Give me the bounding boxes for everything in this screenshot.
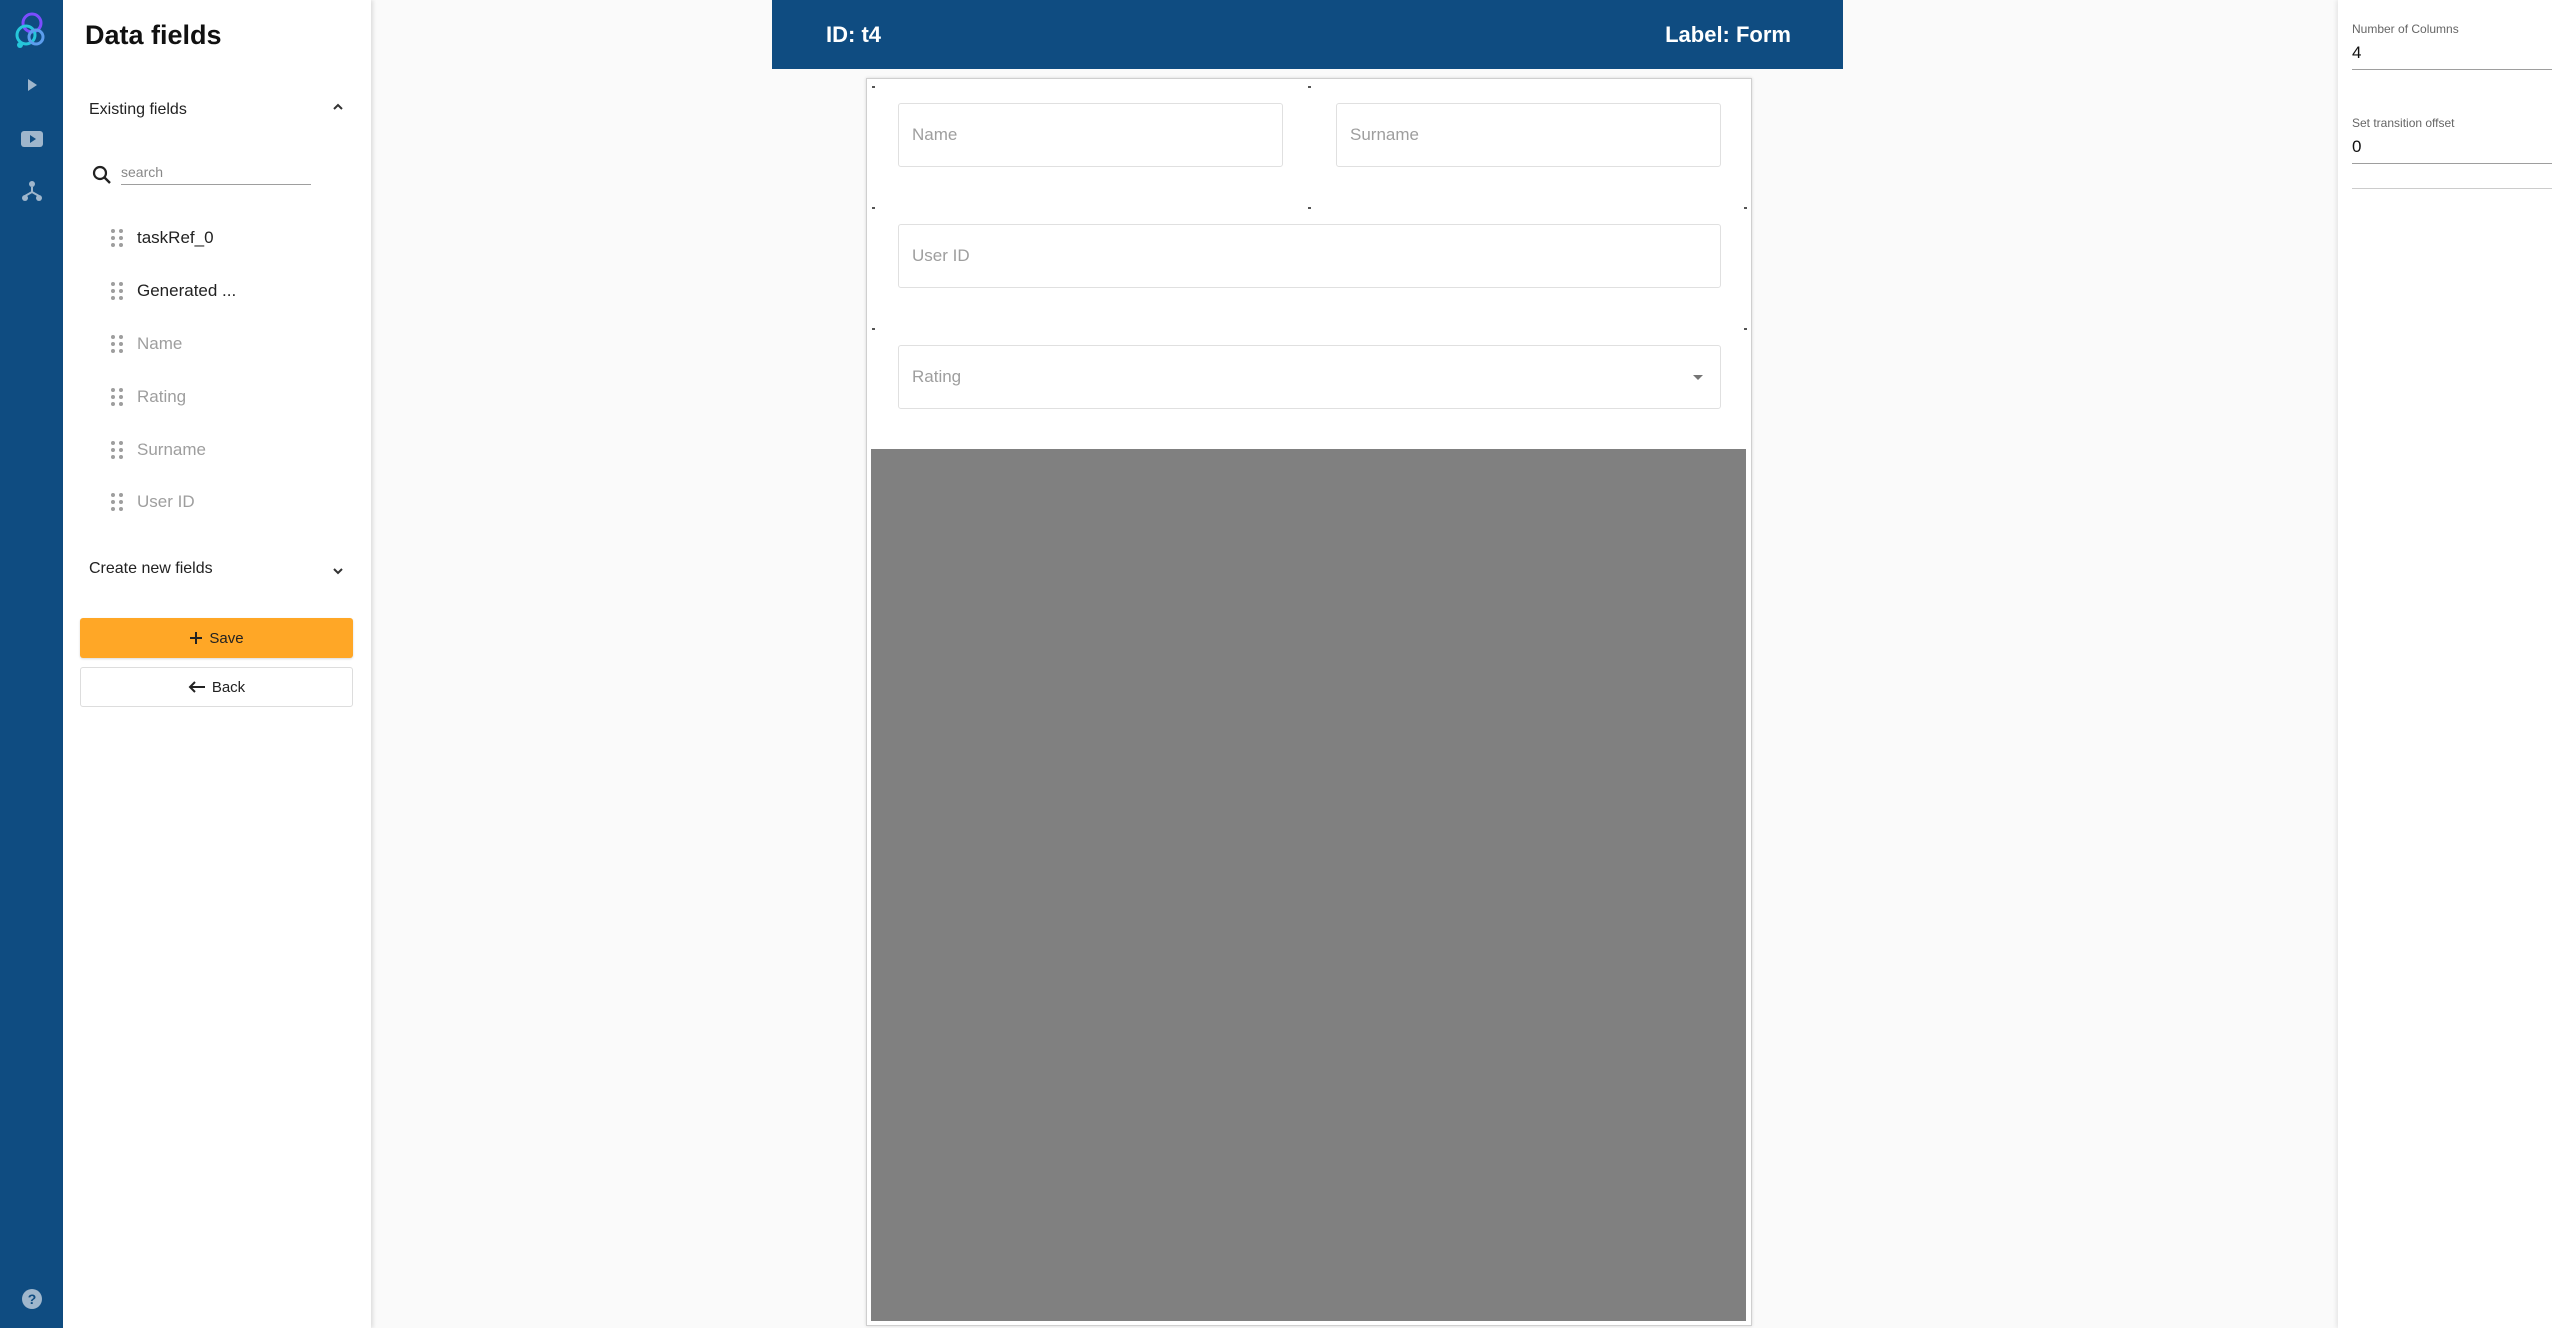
plus-icon (190, 632, 203, 644)
name-field-label: Name (912, 125, 958, 144)
user-id-field-label: User ID (912, 246, 970, 265)
columns-label: Number of Columns (2352, 22, 2459, 36)
arrow-left-icon (188, 681, 205, 693)
logo-icon[interactable] (0, 6, 63, 56)
empty-canvas-area[interactable] (871, 449, 1746, 1321)
svg-text:?: ? (27, 1291, 36, 1307)
offset-label: Set transition offset (2352, 116, 2455, 130)
field-item-generated[interactable]: Generated ... (111, 275, 236, 307)
form-header: ID: t4 Label: Form (772, 0, 1843, 69)
create-fields-header[interactable]: Create new fields (89, 560, 213, 578)
field-item-name[interactable]: Name (111, 328, 182, 360)
field-item-label: User ID (137, 492, 195, 511)
divider (2352, 188, 2552, 189)
rating-select[interactable]: Rating (898, 345, 1721, 409)
grid-marker (872, 328, 875, 330)
field-item-label: Generated ... (137, 281, 237, 300)
save-button[interactable]: Save (80, 618, 353, 658)
field-item-label: Surname (137, 440, 206, 459)
surname-field-label: Surname (1350, 125, 1419, 144)
user-id-field[interactable]: User ID (898, 224, 1721, 288)
network-icon[interactable] (0, 178, 63, 204)
offset-input[interactable]: 0 (2352, 137, 2552, 164)
grid-marker (1308, 86, 1311, 88)
drag-handle-icon[interactable] (111, 282, 123, 300)
grid-marker (1744, 207, 1747, 209)
grid-marker (872, 207, 875, 209)
drag-handle-icon[interactable] (111, 229, 123, 247)
field-item-surname[interactable]: Surname (111, 434, 206, 466)
field-item-rating[interactable]: Rating (111, 381, 186, 413)
field-item-label: Name (137, 334, 183, 353)
help-icon[interactable]: ? (0, 1286, 63, 1312)
drag-handle-icon[interactable] (111, 388, 123, 406)
transition-id: ID: t4 (826, 22, 881, 47)
grid-marker (1744, 328, 1747, 330)
panel-title: Data fields (85, 20, 222, 50)
back-label: Back (211, 678, 246, 696)
columns-input[interactable]: 4 (2352, 43, 2552, 70)
drag-handle-icon[interactable] (111, 335, 123, 353)
grid-marker (1308, 207, 1311, 209)
play-icon[interactable] (0, 72, 63, 98)
rating-select-label: Rating (912, 367, 962, 386)
icon-rail: ? (0, 0, 63, 1328)
transition-label: Label: Form (1665, 22, 1791, 47)
form-canvas[interactable]: Name Surname User ID Rating (866, 78, 1752, 1326)
properties-panel: Number of Columns 4 Set transition offse… (2338, 0, 2560, 1328)
chevron-down-icon[interactable] (331, 564, 345, 583)
field-item-label: taskRef_0 (137, 228, 214, 247)
drag-handle-icon[interactable] (111, 441, 123, 459)
dropdown-arrow-icon[interactable] (1692, 374, 1704, 382)
surname-field[interactable]: Surname (1336, 103, 1721, 167)
name-field[interactable]: Name (898, 103, 1283, 167)
search-input[interactable] (121, 162, 311, 185)
data-fields-panel: Data fields Existing fields taskRef_0 Ge… (63, 0, 371, 1328)
video-icon[interactable] (0, 126, 63, 152)
field-item-taskref[interactable]: taskRef_0 (111, 222, 214, 254)
search-icon (92, 165, 111, 184)
field-item-user-id[interactable]: User ID (111, 486, 195, 518)
drag-handle-icon[interactable] (111, 493, 123, 511)
save-label: Save (209, 629, 244, 647)
back-button[interactable]: Back (80, 667, 353, 707)
chevron-up-icon[interactable] (331, 100, 345, 119)
search-field (91, 160, 325, 192)
field-item-label: Rating (137, 387, 187, 406)
grid-marker (872, 86, 875, 88)
existing-fields-header[interactable]: Existing fields (89, 101, 187, 119)
